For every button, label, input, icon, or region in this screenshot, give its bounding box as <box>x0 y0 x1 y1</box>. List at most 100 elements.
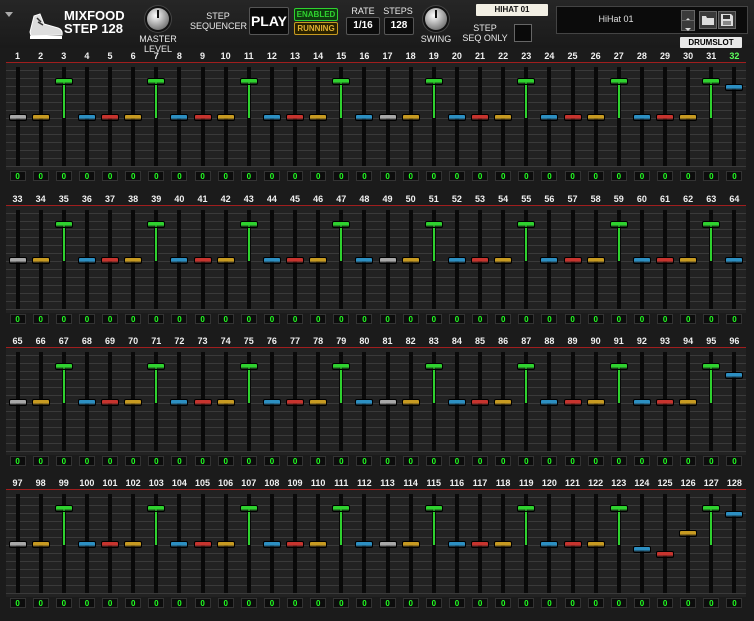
step-slider-handle[interactable] <box>77 256 96 264</box>
step-value-display[interactable]: 0 <box>333 314 350 324</box>
step-value-display[interactable]: 0 <box>287 598 304 608</box>
step-value-display[interactable]: 0 <box>356 598 373 608</box>
rate-display[interactable]: 1/16 <box>346 17 380 35</box>
step-value-display[interactable]: 0 <box>541 456 558 466</box>
step-value-display[interactable]: 0 <box>287 314 304 324</box>
step-value-display[interactable]: 0 <box>633 171 650 181</box>
step-slider-handle[interactable] <box>471 256 490 264</box>
step-slider-handle[interactable] <box>586 256 605 264</box>
step-value-display[interactable]: 0 <box>9 598 26 608</box>
step-value-display[interactable]: 0 <box>680 314 697 324</box>
step-value-display[interactable]: 0 <box>472 171 489 181</box>
step-slider-handle[interactable] <box>147 78 166 86</box>
step-value-display[interactable]: 0 <box>703 171 720 181</box>
step-value-display[interactable]: 0 <box>194 456 211 466</box>
step-value-display[interactable]: 0 <box>171 171 188 181</box>
step-slider-handle[interactable] <box>725 510 744 518</box>
step-value-display[interactable]: 0 <box>287 171 304 181</box>
step-slider-handle[interactable] <box>309 256 328 264</box>
step-value-display[interactable]: 0 <box>263 598 280 608</box>
step-value-display[interactable]: 0 <box>217 171 234 181</box>
step-slider-handle[interactable] <box>656 398 675 406</box>
step-value-display[interactable]: 0 <box>633 598 650 608</box>
step-value-display[interactable]: 0 <box>194 314 211 324</box>
step-slider-handle[interactable] <box>216 540 235 548</box>
menu-arrow-icon[interactable] <box>4 6 14 17</box>
step-value-display[interactable]: 0 <box>102 171 119 181</box>
step-slider-handle[interactable] <box>8 540 27 548</box>
step-slider-handle[interactable] <box>31 256 50 264</box>
step-slider-handle[interactable] <box>632 398 651 406</box>
step-slider-handle[interactable] <box>170 256 189 264</box>
step-slider-handle[interactable] <box>147 363 166 371</box>
step-value-display[interactable]: 0 <box>495 598 512 608</box>
step-value-display[interactable]: 0 <box>333 598 350 608</box>
step-slider-handle[interactable] <box>517 363 536 371</box>
step-value-display[interactable]: 0 <box>379 314 396 324</box>
step-slider-handle[interactable] <box>725 83 744 91</box>
step-value-display[interactable]: 0 <box>148 314 165 324</box>
step-value-display[interactable]: 0 <box>564 598 581 608</box>
step-value-display[interactable]: 0 <box>425 598 442 608</box>
step-slider-handle[interactable] <box>632 256 651 264</box>
step-slider-handle[interactable] <box>262 113 281 121</box>
step-value-display[interactable]: 0 <box>610 314 627 324</box>
step-slider-handle[interactable] <box>124 113 143 121</box>
step-slider-handle[interactable] <box>8 256 27 264</box>
step-slider-handle[interactable] <box>31 113 50 121</box>
step-slider-handle[interactable] <box>679 398 698 406</box>
step-slider-handle[interactable] <box>679 529 698 537</box>
step-slider-handle[interactable] <box>401 113 420 121</box>
steps-display[interactable]: 128 <box>384 17 414 35</box>
step-value-display[interactable]: 0 <box>217 314 234 324</box>
step-slider-handle[interactable] <box>725 256 744 264</box>
step-value-display[interactable]: 0 <box>472 598 489 608</box>
step-slider-handle[interactable] <box>517 78 536 86</box>
step-slider-handle[interactable] <box>239 505 258 513</box>
step-slider-handle[interactable] <box>471 113 490 121</box>
step-slider-handle[interactable] <box>239 363 258 371</box>
step-value-display[interactable]: 0 <box>9 314 26 324</box>
step-slider-handle[interactable] <box>586 540 605 548</box>
step-slider-track[interactable] <box>732 67 737 166</box>
step-slider-handle[interactable] <box>609 505 628 513</box>
step-slider-track[interactable] <box>639 494 644 593</box>
step-seq-only-checkbox[interactable] <box>514 24 532 42</box>
step-slider-handle[interactable] <box>401 256 420 264</box>
step-slider-handle[interactable] <box>262 398 281 406</box>
step-slider-handle[interactable] <box>656 551 675 559</box>
step-value-display[interactable]: 0 <box>78 456 95 466</box>
step-value-display[interactable]: 0 <box>564 171 581 181</box>
step-slider-handle[interactable] <box>31 398 50 406</box>
step-slider-track[interactable] <box>732 352 737 451</box>
step-value-display[interactable]: 0 <box>55 171 72 181</box>
step-slider-handle[interactable] <box>656 113 675 121</box>
step-slider-handle[interactable] <box>725 371 744 379</box>
step-slider-handle[interactable] <box>147 505 166 513</box>
step-value-display[interactable]: 0 <box>402 171 419 181</box>
step-slider-handle[interactable] <box>517 221 536 229</box>
preset-name[interactable]: HiHat 01 <box>557 7 675 31</box>
step-value-display[interactable]: 0 <box>703 314 720 324</box>
step-value-display[interactable]: 0 <box>148 171 165 181</box>
step-slider-track[interactable] <box>663 494 668 593</box>
step-slider-handle[interactable] <box>239 221 258 229</box>
step-slider-handle[interactable] <box>378 398 397 406</box>
step-slider-handle[interactable] <box>679 256 698 264</box>
step-slider-handle[interactable] <box>355 113 374 121</box>
step-slider-handle[interactable] <box>609 221 628 229</box>
step-value-display[interactable]: 0 <box>310 314 327 324</box>
step-slider-handle[interactable] <box>447 256 466 264</box>
step-value-display[interactable]: 0 <box>240 314 257 324</box>
step-value-display[interactable]: 0 <box>32 171 49 181</box>
step-value-display[interactable]: 0 <box>703 598 720 608</box>
step-value-display[interactable]: 0 <box>102 314 119 324</box>
step-slider-handle[interactable] <box>286 398 305 406</box>
step-slider-handle[interactable] <box>309 540 328 548</box>
step-slider-handle[interactable] <box>193 256 212 264</box>
step-slider-handle[interactable] <box>540 398 559 406</box>
step-slider-handle[interactable] <box>77 113 96 121</box>
step-value-display[interactable]: 0 <box>564 314 581 324</box>
step-slider-handle[interactable] <box>563 398 582 406</box>
step-slider-handle[interactable] <box>101 113 120 121</box>
